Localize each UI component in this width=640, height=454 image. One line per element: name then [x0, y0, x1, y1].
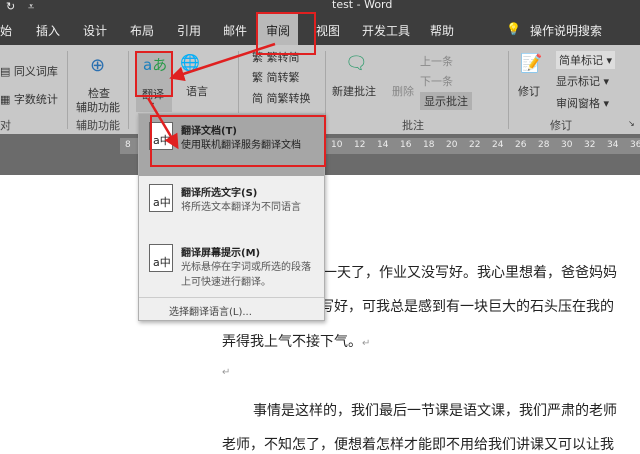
arrow-to-translate — [169, 42, 276, 82]
arrow-to-translate-document — [146, 97, 179, 150]
annotation-arrows — [146, 42, 276, 150]
